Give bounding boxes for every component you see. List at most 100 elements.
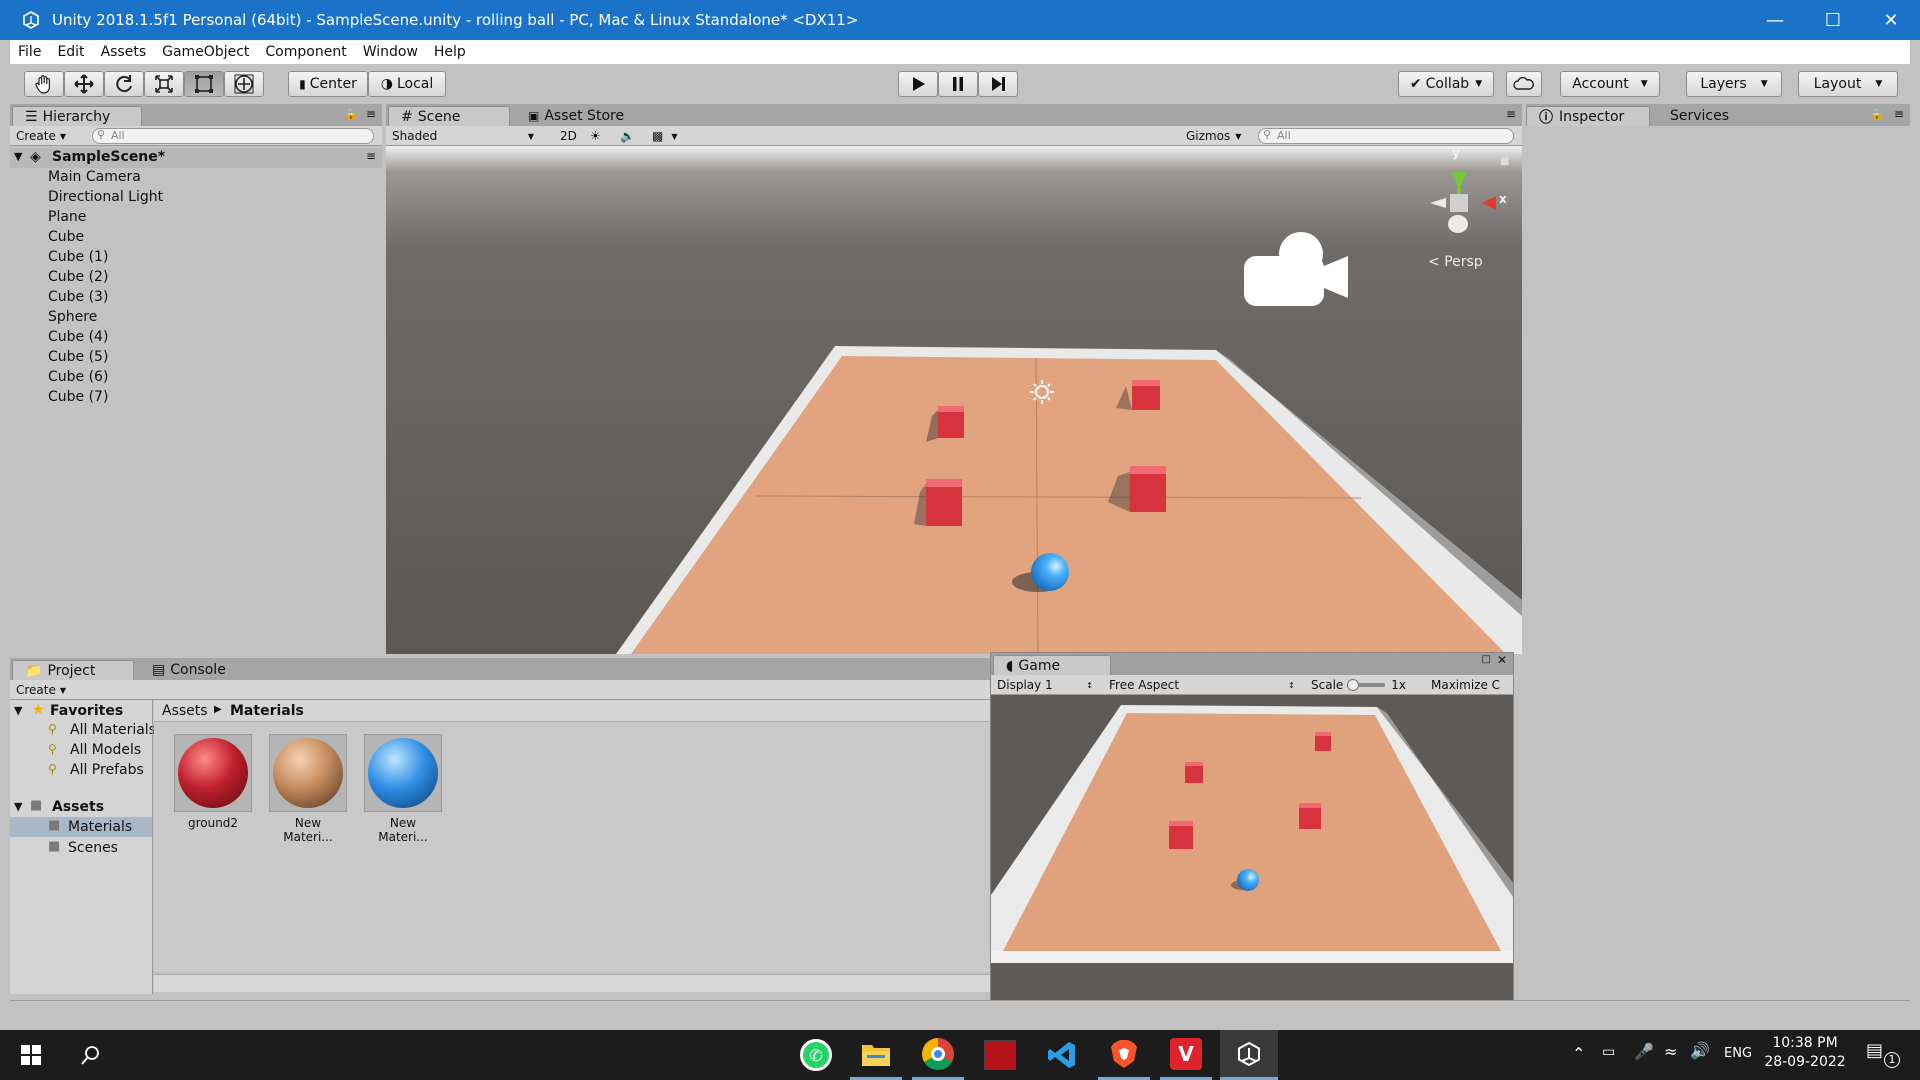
search-button[interactable] — [70, 1030, 112, 1080]
menu-window[interactable]: Window — [355, 44, 426, 60]
taskbar-app-red-game[interactable] — [974, 1030, 1026, 1080]
battery-icon[interactable]: ▭ — [1602, 1044, 1615, 1060]
menu-help[interactable]: Help — [426, 44, 474, 60]
scene-search-input[interactable]: ⚲ All — [1258, 128, 1514, 144]
hierarchy-create-dropdown[interactable]: Create ▼ — [10, 128, 72, 144]
slider-track[interactable] — [1347, 679, 1386, 691]
input-language[interactable]: ENG — [1724, 1046, 1752, 1061]
tab-project[interactable]: 📁 Project — [12, 660, 134, 680]
pivot-center-button[interactable]: ▮ Center — [288, 71, 368, 97]
wifi-icon[interactable]: ≈ — [1664, 1042, 1677, 1061]
gizmos-dropdown[interactable]: Gizmos ▼ — [1180, 128, 1247, 144]
clock[interactable]: 10:38 PM 28-09-2022 — [1760, 1035, 1850, 1070]
expand-arrow-icon[interactable]: ▼ — [14, 800, 22, 813]
project-create-dropdown[interactable]: Create ▼ — [10, 682, 72, 698]
breadcrumb-assets[interactable]: Assets — [162, 703, 208, 719]
hierarchy-search-input[interactable]: ⚲ All — [92, 128, 374, 144]
tab-console[interactable]: ▤ Console — [140, 660, 238, 680]
taskbar-app-vivaldi[interactable]: V — [1160, 1030, 1212, 1080]
hierarchy-item-cube-3[interactable]: Cube (3) — [48, 289, 108, 305]
material-asset-new-material-1[interactable]: New Materi... — [269, 734, 347, 844]
audio-toggle-icon[interactable]: 🔈 — [614, 128, 641, 144]
tab-game[interactable]: ◖ Game — [993, 655, 1111, 675]
effects-toggle-icon[interactable]: ▩ ▼ — [646, 128, 684, 144]
aspect-dropdown[interactable]: Free Aspect ↕ — [1103, 677, 1299, 693]
tab-asset-store[interactable]: ▣ Asset Store — [516, 106, 636, 126]
start-button[interactable] — [10, 1030, 52, 1080]
hierarchy-item-main-camera[interactable]: Main Camera — [48, 169, 141, 185]
lock-icon[interactable]: 🔒 — [1870, 108, 1884, 121]
taskbar-app-whatsapp[interactable]: ✆ — [790, 1030, 842, 1080]
favorite-all-materials[interactable]: All Materials — [70, 722, 156, 738]
scene-viewport[interactable]: y x ■ < Persp — [386, 146, 1522, 654]
pivot-local-button[interactable]: ◑ Local — [368, 71, 446, 97]
menu-file[interactable]: File — [10, 44, 49, 60]
menu-edit[interactable]: Edit — [49, 44, 92, 60]
tree-item-scenes[interactable]: Scenes — [68, 840, 118, 856]
step-button[interactable] — [978, 71, 1018, 97]
project-scrollbar[interactable] — [154, 974, 990, 992]
favorite-all-prefabs[interactable]: All Prefabs — [70, 762, 144, 778]
close-button[interactable]: ✕ — [1862, 0, 1920, 40]
hand-tool-icon[interactable] — [24, 71, 64, 97]
maximize-on-play-toggle[interactable]: Maximize C — [1425, 677, 1515, 693]
menu-assets[interactable]: Assets — [93, 44, 155, 60]
panel-menu-icon[interactable]: ≡ — [1506, 107, 1516, 121]
scene-root-row[interactable]: ▼ ◈ SampleScene* ≡ — [10, 148, 382, 168]
expand-arrow-icon[interactable]: ▼ — [14, 704, 22, 717]
hierarchy-item-cube-6[interactable]: Cube (6) — [48, 369, 108, 385]
taskbar-app-chrome[interactable] — [912, 1030, 964, 1080]
cloud-button[interactable] — [1506, 71, 1542, 97]
assets-heading[interactable]: Assets — [52, 799, 104, 815]
tab-inspector[interactable]: ⓘ Inspector — [1526, 106, 1650, 126]
tab-services[interactable]: Services — [1658, 106, 1741, 126]
close-panel-icon[interactable]: ✕ — [1497, 653, 1507, 667]
expand-arrow-icon[interactable]: ▼ — [14, 150, 22, 163]
maximize-button[interactable]: ☐ — [1804, 0, 1862, 40]
taskbar-app-file-explorer[interactable] — [850, 1030, 902, 1080]
tab-hierarchy[interactable]: ☰ Hierarchy — [12, 106, 142, 126]
maximize-panel-icon[interactable]: □ — [1482, 654, 1491, 665]
scale-slider[interactable]: Scale 1x — [1305, 677, 1415, 693]
layers-dropdown[interactable]: Layers ▼ — [1686, 71, 1782, 97]
move-tool-icon[interactable] — [64, 71, 104, 97]
microphone-icon[interactable]: 🎤 — [1634, 1042, 1654, 1061]
tab-scene[interactable]: # Scene — [388, 106, 510, 126]
taskbar-app-vscode[interactable] — [1036, 1030, 1088, 1080]
material-asset-ground2[interactable]: ground2 — [174, 734, 252, 834]
game-viewport[interactable] — [991, 695, 1513, 1015]
collab-button[interactable]: ✔ Collab ▼ — [1398, 71, 1494, 97]
pause-button[interactable] — [938, 71, 978, 97]
panel-menu-icon[interactable]: ≡ — [366, 107, 376, 121]
slider-thumb[interactable] — [1347, 679, 1360, 691]
scale-tool-icon[interactable] — [144, 71, 184, 97]
hierarchy-item-cube-2[interactable]: Cube (2) — [48, 269, 108, 285]
hierarchy-item-cube-5[interactable]: Cube (5) — [48, 349, 108, 365]
favorite-all-models[interactable]: All Models — [70, 742, 141, 758]
hierarchy-item-cube-7[interactable]: Cube (7) — [48, 389, 108, 405]
menu-component[interactable]: Component — [257, 44, 354, 60]
notification-center-button[interactable]: ▤ 1 — [1866, 1040, 1902, 1070]
rotate-tool-icon[interactable] — [104, 71, 144, 97]
favorites-heading[interactable]: Favorites — [50, 703, 123, 719]
rect-tool-icon[interactable] — [184, 71, 224, 97]
taskbar-app-unity[interactable] — [1220, 1030, 1278, 1080]
volume-icon[interactable]: 🔊 — [1690, 1041, 1710, 1060]
persp-label[interactable]: < Persp — [1428, 254, 1483, 270]
hierarchy-item-cube-1[interactable]: Cube (1) — [48, 249, 108, 265]
transform-tool-icon[interactable] — [224, 71, 264, 97]
play-button[interactable] — [898, 71, 938, 97]
scene-lock-icon[interactable]: ■ — [1500, 156, 1509, 167]
hierarchy-item-plane[interactable]: Plane — [48, 209, 86, 225]
hierarchy-item-cube[interactable]: Cube — [48, 229, 84, 245]
show-hidden-icons-chevron-icon[interactable]: ⌃ — [1572, 1044, 1585, 1063]
tree-item-materials[interactable]: ■ Materials — [10, 817, 152, 837]
hierarchy-item-cube-4[interactable]: Cube (4) — [48, 329, 108, 345]
toggle-2d-button[interactable]: 2D — [554, 128, 583, 144]
breadcrumb-materials[interactable]: Materials — [230, 703, 304, 719]
display-dropdown[interactable]: Display 1 ↕ — [991, 677, 1097, 693]
panel-menu-icon[interactable]: ≡ — [1894, 107, 1904, 121]
taskbar-app-brave[interactable] — [1098, 1030, 1150, 1080]
shading-mode-dropdown[interactable]: Shaded ▼ — [386, 128, 538, 144]
scene-menu-icon[interactable]: ≡ — [366, 149, 376, 163]
